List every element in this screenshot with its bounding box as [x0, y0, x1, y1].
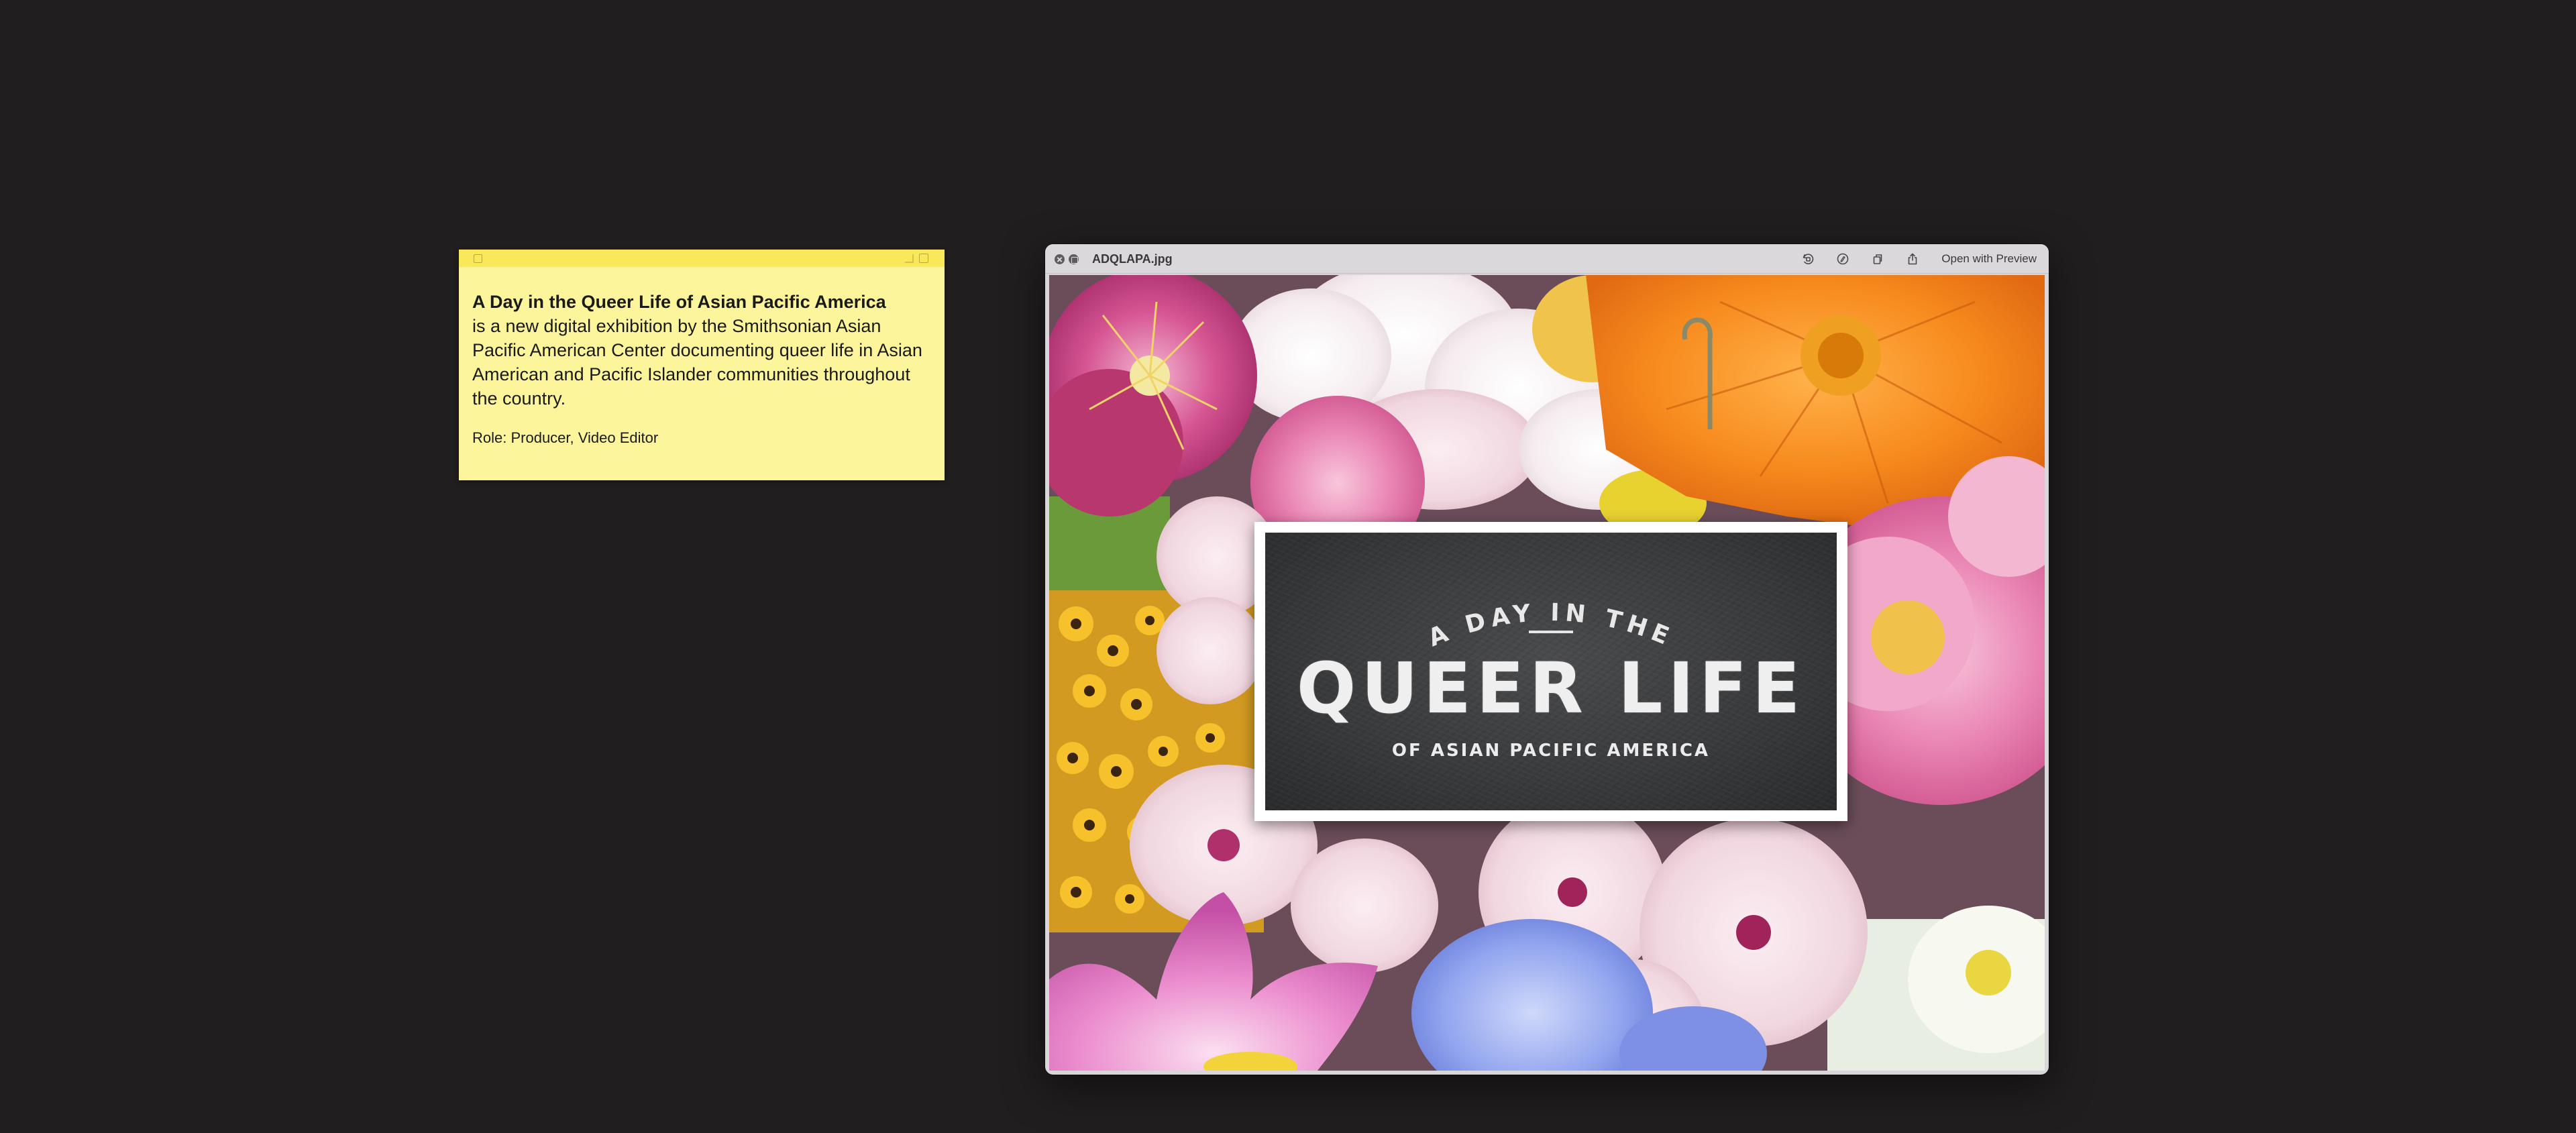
- main-title: QUEER LIFE: [1296, 647, 1806, 729]
- sticky-note-title: A Day in the Queer Life of Asian Pacific…: [472, 292, 886, 312]
- close-icon[interactable]: [1055, 254, 1065, 264]
- quicklook-titlebar[interactable]: ADQLAPA.jpg Open with Preview: [1045, 244, 2049, 274]
- markup-icon[interactable]: [1834, 250, 1851, 268]
- title-board: A DAY IN THE QUEER LIFE OF ASIAN PACIFIC…: [1254, 522, 1847, 821]
- sticky-note-body: is a new digital exhibition by the Smith…: [472, 316, 922, 409]
- sticky-note[interactable]: A Day in the Queer Life of Asian Pacific…: [459, 250, 945, 480]
- quicklook-window: ADQLAPA.jpg Open with Preview A DAY IN T…: [1045, 244, 2049, 1075]
- arc-title: A DAY IN THE: [1265, 574, 1837, 653]
- subtitle: OF ASIAN PACIFIC AMERICA: [1391, 741, 1711, 761]
- sticky-note-role: Role: Producer, Video Editor: [472, 429, 659, 446]
- image-preview[interactable]: A DAY IN THE QUEER LIFE OF ASIAN PACIFIC…: [1049, 275, 2045, 1071]
- sticky-note-text[interactable]: A Day in the Queer Life of Asian Pacific…: [459, 267, 945, 448]
- share-icon[interactable]: [1904, 250, 1921, 268]
- arc-title-text: A DAY IN THE: [1424, 599, 1678, 653]
- share-copy-icon[interactable]: [1869, 250, 1886, 268]
- close-icon[interactable]: [474, 254, 482, 263]
- rotate-icon[interactable]: [1799, 250, 1817, 268]
- chalkboard: A DAY IN THE QUEER LIFE OF ASIAN PACIFIC…: [1265, 533, 1837, 810]
- divider: [1529, 631, 1573, 633]
- quicklook-toolbar: Open with Preview: [1799, 250, 2039, 268]
- collapse-icon[interactable]: [904, 254, 914, 263]
- fullscreen-icon[interactable]: [1069, 254, 1079, 264]
- open-with-preview-button[interactable]: Open with Preview: [1939, 250, 2039, 268]
- zoom-icon[interactable]: [919, 254, 928, 263]
- window-title: ADQLAPA.jpg: [1092, 252, 1173, 266]
- sticky-note-titlebar[interactable]: [459, 250, 945, 267]
